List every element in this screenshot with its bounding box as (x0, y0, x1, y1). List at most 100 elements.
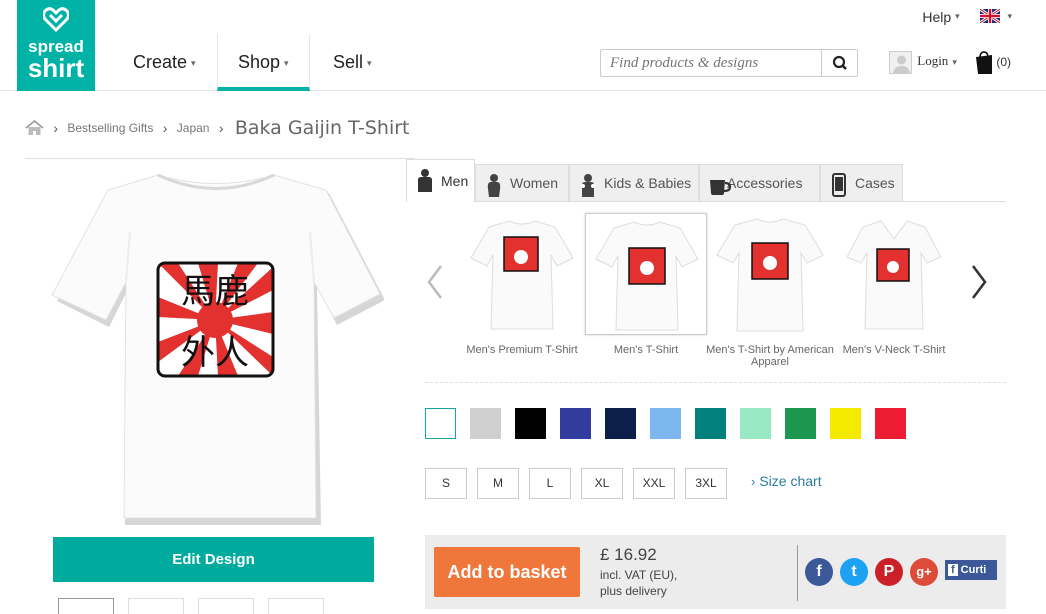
product-type-image (709, 213, 831, 335)
nav-sell[interactable]: Sell ▾ (313, 34, 392, 91)
tab-accessories-label: Accessories (727, 175, 803, 191)
breadcrumb-separator: › (53, 120, 59, 136)
breadcrumb-item[interactable]: Japan (177, 121, 210, 135)
facebook-share-button[interactable]: f (805, 558, 833, 586)
facebook-icon: f (816, 563, 822, 580)
tab-women-label: Women (510, 175, 558, 191)
add-to-basket-button[interactable]: Add to basket (434, 547, 580, 597)
man-icon (418, 169, 432, 192)
product-type-label: Men's T-Shirt by American Apparel (706, 344, 834, 368)
color-swatch-white[interactable] (425, 408, 456, 439)
product-type-option[interactable]: Men's T-Shirt (585, 213, 707, 373)
image-thumbnail[interactable] (58, 598, 114, 614)
carousel-next-button[interactable] (967, 262, 991, 302)
kids-icon (581, 174, 595, 197)
product-type-image (461, 213, 583, 335)
uk-flag-icon[interactable] (979, 9, 1000, 24)
woman-icon (487, 174, 501, 197)
search-icon (832, 55, 847, 70)
nav-shop[interactable]: Shop ▾ (217, 34, 310, 91)
help-label: Help (922, 8, 952, 25)
color-swatch-royal-blue[interactable] (560, 408, 591, 439)
color-swatch-heather-grey[interactable] (470, 408, 501, 439)
color-swatch-green[interactable] (785, 408, 816, 439)
basket-link[interactable]: (0) (975, 51, 1011, 75)
nav-create[interactable]: Create ▾ (113, 34, 216, 91)
product-image[interactable]: 馬鹿 外人 (48, 172, 385, 528)
chevron-down-icon: ▾ (191, 58, 196, 69)
tab-cases[interactable]: Cases (820, 164, 903, 201)
google-plus-share-button[interactable]: g+ (910, 558, 938, 586)
breadcrumb-separator: › (162, 120, 168, 136)
size-option-xl[interactable]: XL (581, 468, 623, 499)
divider (474, 201, 1006, 202)
facebook-icon: f (948, 564, 958, 576)
chevron-left-icon (427, 265, 442, 299)
color-swatch-black[interactable] (515, 408, 546, 439)
nav-shop-label: Shop (238, 52, 281, 72)
color-swatch-yellow[interactable] (830, 408, 861, 439)
login-menu[interactable]: Login ▾ (889, 51, 957, 74)
chevron-down-icon: ▾ (284, 58, 289, 69)
price: £ 16.92 (600, 545, 657, 564)
chevron-down-icon: ▾ (955, 11, 960, 22)
color-swatch-light-blue[interactable] (650, 408, 681, 439)
size-option-m[interactable]: M (477, 468, 519, 499)
image-thumbnail[interactable] (128, 598, 184, 614)
page-title: Baka Gaijin T-Shirt (234, 117, 410, 139)
design-text-bottom: 外人 (181, 333, 249, 373)
tab-accessories[interactable]: Accessories (699, 164, 820, 201)
mug-icon (710, 180, 732, 195)
search-input[interactable] (601, 50, 821, 76)
chevron-down-icon: ▾ (952, 57, 957, 68)
tab-women[interactable]: Women (475, 164, 569, 201)
tab-men[interactable]: Men (406, 159, 475, 202)
twitter-share-button[interactable]: t (840, 558, 868, 586)
spreadshirt-logo[interactable]: spread shirt (17, 0, 95, 91)
size-chart-link[interactable]: › Size chart (751, 473, 822, 489)
facebook-like-label: Curti (960, 564, 987, 576)
product-type-label: Men's Premium T-Shirt (466, 344, 578, 356)
divider (425, 382, 1006, 383)
pinterest-share-button[interactable]: P (875, 558, 903, 586)
size-chart-label: Size chart (759, 473, 822, 489)
tshirt-image: 馬鹿 外人 (51, 173, 385, 525)
home-icon[interactable] (25, 119, 47, 135)
help-menu[interactable]: Help ▾ (922, 8, 959, 25)
size-option-xxl[interactable]: XXL (633, 468, 675, 499)
shopping-bag-icon (976, 51, 992, 74)
product-type-option[interactable]: Men's V-Neck T-Shirt (833, 213, 955, 373)
delivery-line: plus delivery (600, 584, 667, 598)
nav-sell-label: Sell (333, 52, 364, 72)
breadcrumb-item[interactable]: Bestselling Gifts (67, 121, 153, 135)
image-thumbnail[interactable] (198, 598, 254, 614)
color-swatch-teal[interactable] (695, 408, 726, 439)
chevron-right-icon: › (751, 474, 756, 489)
product-type-option[interactable]: Men's T-Shirt by American Apparel (706, 213, 834, 373)
product-type-option[interactable]: Men's Premium T-Shirt (461, 213, 583, 373)
divider (797, 545, 798, 601)
tab-kids-label: Kids & Babies (604, 175, 692, 191)
heart-logo-icon (43, 7, 69, 32)
size-option-3xl[interactable]: 3XL (685, 468, 727, 499)
tab-men-label: Men (441, 173, 469, 189)
size-option-l[interactable]: L (529, 468, 571, 499)
color-swatch-mint[interactable] (740, 408, 771, 439)
product-type-label: Men's T-Shirt (613, 344, 679, 356)
carousel-prev-button[interactable] (423, 262, 447, 302)
image-thumbnail[interactable] (268, 598, 324, 614)
search-button[interactable] (821, 50, 857, 76)
top-links: Help ▾ ▾ (922, 7, 1012, 25)
color-swatch-red[interactable] (875, 408, 906, 439)
login-label: Login (917, 53, 949, 69)
site-header: spread shirt Create ▾ Shop ▾ Sell ▾ Help ▾ ▾ (0, 0, 1046, 91)
tab-kids-babies[interactable]: Kids & Babies (569, 164, 699, 201)
edit-design-button[interactable]: Edit Design (53, 537, 374, 582)
product-type-image (585, 213, 707, 335)
color-swatch-navy[interactable] (605, 408, 636, 439)
facebook-like-button[interactable]: f Curti (945, 560, 997, 580)
google-plus-icon: g+ (916, 564, 932, 579)
chevron-down-icon[interactable]: ▾ (1007, 11, 1012, 22)
product-type-image (833, 213, 955, 335)
size-option-s[interactable]: S (425, 468, 467, 499)
